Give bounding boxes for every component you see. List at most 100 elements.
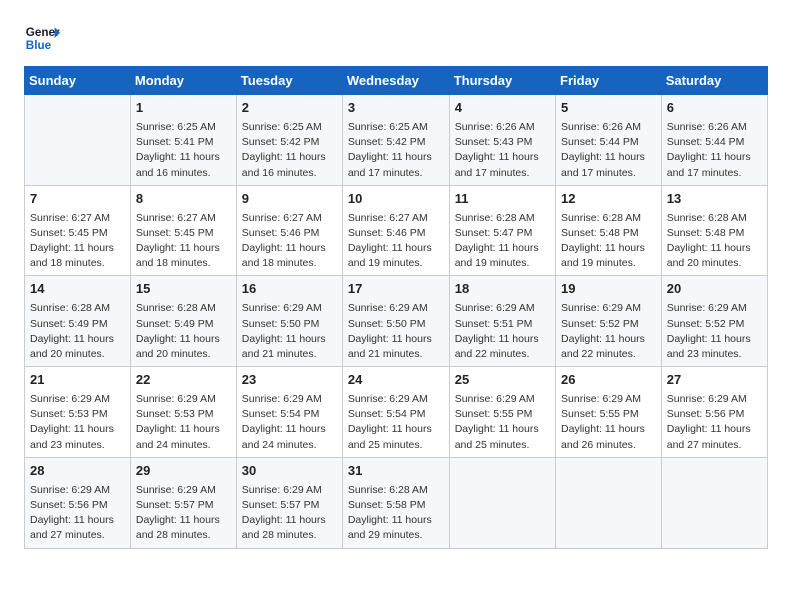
- day-number: 10: [348, 190, 444, 209]
- day-number: 9: [242, 190, 337, 209]
- calendar-cell: 20 Sunrise: 6:29 AMSunset: 5:52 PMDayligh…: [661, 276, 767, 367]
- cell-content: Sunrise: 6:27 AMSunset: 5:46 PMDaylight:…: [348, 211, 444, 272]
- svg-text:Blue: Blue: [26, 39, 52, 52]
- cell-content: Sunrise: 6:29 AMSunset: 5:56 PMDaylight:…: [667, 392, 762, 453]
- day-number: 25: [455, 371, 550, 390]
- day-number: 16: [242, 280, 337, 299]
- col-header-tuesday: Tuesday: [236, 67, 342, 95]
- cell-content: Sunrise: 6:29 AMSunset: 5:53 PMDaylight:…: [136, 392, 231, 453]
- calendar-cell: 8Sunrise: 6:27 AMSunset: 5:45 PMDaylight…: [130, 185, 236, 276]
- day-number: 5: [561, 99, 656, 118]
- day-number: 14: [30, 280, 125, 299]
- day-number: 8: [136, 190, 231, 209]
- cell-content: Sunrise: 6:28 AMSunset: 5:48 PMDaylight:…: [667, 211, 762, 272]
- cell-content: Sunrise: 6:29 AMSunset: 5:57 PMDaylight:…: [136, 483, 231, 544]
- cell-content: Sunrise: 6:27 AMSunset: 5:46 PMDaylight:…: [242, 211, 337, 272]
- day-number: 7: [30, 190, 125, 209]
- day-number: 15: [136, 280, 231, 299]
- cell-content: Sunrise: 6:29 AMSunset: 5:50 PMDaylight:…: [242, 301, 337, 362]
- cell-content: Sunrise: 6:26 AMSunset: 5:44 PMDaylight:…: [667, 120, 762, 181]
- col-header-monday: Monday: [130, 67, 236, 95]
- cell-content: Sunrise: 6:26 AMSunset: 5:43 PMDaylight:…: [455, 120, 550, 181]
- calendar-cell: 18 Sunrise: 6:29 AMSunset: 5:51 PMDayligh…: [449, 276, 555, 367]
- cell-content: Sunrise: 6:29 AMSunset: 5:55 PMDaylight:…: [561, 392, 656, 453]
- calendar-cell: 27 Sunrise: 6:29 AMSunset: 5:56 PMDayligh…: [661, 367, 767, 458]
- calendar-cell: 30 Sunrise: 6:29 AMSunset: 5:57 PMDayligh…: [236, 457, 342, 548]
- calendar-cell: 19 Sunrise: 6:29 AMSunset: 5:52 PMDayligh…: [556, 276, 662, 367]
- cell-content: Sunrise: 6:28 AMSunset: 5:48 PMDaylight:…: [561, 211, 656, 272]
- day-number: 22: [136, 371, 231, 390]
- day-number: 19: [561, 280, 656, 299]
- cell-content: Sunrise: 6:29 AMSunset: 5:53 PMDaylight:…: [30, 392, 125, 453]
- calendar-cell: 21 Sunrise: 6:29 AMSunset: 5:53 PMDayligh…: [25, 367, 131, 458]
- cell-content: Sunrise: 6:29 AMSunset: 5:55 PMDaylight:…: [455, 392, 550, 453]
- day-number: 31: [348, 462, 444, 481]
- col-header-saturday: Saturday: [661, 67, 767, 95]
- calendar-cell: 29Sunrise: 6:29 AMSunset: 5:57 PMDayligh…: [130, 457, 236, 548]
- cell-content: Sunrise: 6:25 AMSunset: 5:41 PMDaylight:…: [136, 120, 231, 181]
- day-number: 30: [242, 462, 337, 481]
- calendar-cell: 6Sunrise: 6:26 AMSunset: 5:44 PMDaylight…: [661, 95, 767, 186]
- calendar-cell: [449, 457, 555, 548]
- day-number: 12: [561, 190, 656, 209]
- calendar-cell: [25, 95, 131, 186]
- day-number: 26: [561, 371, 656, 390]
- day-number: 20: [667, 280, 762, 299]
- day-number: 23: [242, 371, 337, 390]
- calendar-cell: 15Sunrise: 6:28 AMSunset: 5:49 PMDayligh…: [130, 276, 236, 367]
- calendar-cell: 25 Sunrise: 6:29 AMSunset: 5:55 PMDayligh…: [449, 367, 555, 458]
- day-number: 3: [348, 99, 444, 118]
- day-number: 28: [30, 462, 125, 481]
- cell-content: Sunrise: 6:29 AMSunset: 5:51 PMDaylight:…: [455, 301, 550, 362]
- calendar-cell: 4 Sunrise: 6:26 AMSunset: 5:43 PMDaylight…: [449, 95, 555, 186]
- calendar-cell: 10 Sunrise: 6:27 AMSunset: 5:46 PMDayligh…: [342, 185, 449, 276]
- day-number: 11: [455, 190, 550, 209]
- cell-content: Sunrise: 6:29 AMSunset: 5:54 PMDaylight:…: [242, 392, 337, 453]
- calendar-cell: [556, 457, 662, 548]
- col-header-wednesday: Wednesday: [342, 67, 449, 95]
- col-header-thursday: Thursday: [449, 67, 555, 95]
- calendar-cell: 5 Sunrise: 6:26 AMSunset: 5:44 PMDaylight…: [556, 95, 662, 186]
- calendar-cell: [661, 457, 767, 548]
- cell-content: Sunrise: 6:29 AMSunset: 5:52 PMDaylight:…: [561, 301, 656, 362]
- calendar-cell: 1 Sunrise: 6:25 AMSunset: 5:41 PMDaylight…: [130, 95, 236, 186]
- calendar-cell: 7 Sunrise: 6:27 AMSunset: 5:45 PMDaylight…: [25, 185, 131, 276]
- week-row-3: 14Sunrise: 6:28 AMSunset: 5:49 PMDayligh…: [25, 276, 768, 367]
- week-row-1: 1 Sunrise: 6:25 AMSunset: 5:41 PMDaylight…: [25, 95, 768, 186]
- day-number: 18: [455, 280, 550, 299]
- calendar-cell: 14Sunrise: 6:28 AMSunset: 5:49 PMDayligh…: [25, 276, 131, 367]
- calendar-cell: 31 Sunrise: 6:28 AMSunset: 5:58 PMDayligh…: [342, 457, 449, 548]
- cell-content: Sunrise: 6:28 AMSunset: 5:47 PMDaylight:…: [455, 211, 550, 272]
- day-number: 1: [136, 99, 231, 118]
- week-row-5: 28Sunrise: 6:29 AMSunset: 5:56 PMDayligh…: [25, 457, 768, 548]
- calendar-cell: 17 Sunrise: 6:29 AMSunset: 5:50 PMDayligh…: [342, 276, 449, 367]
- week-row-2: 7 Sunrise: 6:27 AMSunset: 5:45 PMDaylight…: [25, 185, 768, 276]
- cell-content: Sunrise: 6:26 AMSunset: 5:44 PMDaylight:…: [561, 120, 656, 181]
- cell-content: Sunrise: 6:29 AMSunset: 5:50 PMDaylight:…: [348, 301, 444, 362]
- col-header-sunday: Sunday: [25, 67, 131, 95]
- calendar-cell: 12 Sunrise: 6:28 AMSunset: 5:48 PMDayligh…: [556, 185, 662, 276]
- cell-content: Sunrise: 6:29 AMSunset: 5:54 PMDaylight:…: [348, 392, 444, 453]
- day-number: 13: [667, 190, 762, 209]
- page-header: General Blue: [24, 20, 768, 56]
- day-number: 21: [30, 371, 125, 390]
- calendar-cell: 24 Sunrise: 6:29 AMSunset: 5:54 PMDayligh…: [342, 367, 449, 458]
- calendar-cell: 2 Sunrise: 6:25 AMSunset: 5:42 PMDaylight…: [236, 95, 342, 186]
- calendar-cell: 22 Sunrise: 6:29 AMSunset: 5:53 PMDayligh…: [130, 367, 236, 458]
- week-row-4: 21 Sunrise: 6:29 AMSunset: 5:53 PMDayligh…: [25, 367, 768, 458]
- calendar-cell: 28Sunrise: 6:29 AMSunset: 5:56 PMDayligh…: [25, 457, 131, 548]
- day-number: 27: [667, 371, 762, 390]
- calendar-cell: 3Sunrise: 6:25 AMSunset: 5:42 PMDaylight…: [342, 95, 449, 186]
- day-number: 17: [348, 280, 444, 299]
- cell-content: Sunrise: 6:27 AMSunset: 5:45 PMDaylight:…: [30, 211, 125, 272]
- day-number: 24: [348, 371, 444, 390]
- cell-content: Sunrise: 6:29 AMSunset: 5:52 PMDaylight:…: [667, 301, 762, 362]
- cell-content: Sunrise: 6:29 AMSunset: 5:57 PMDaylight:…: [242, 483, 337, 544]
- cell-content: Sunrise: 6:25 AMSunset: 5:42 PMDaylight:…: [242, 120, 337, 181]
- day-number: 4: [455, 99, 550, 118]
- day-number: 2: [242, 99, 337, 118]
- logo-icon: General Blue: [24, 20, 60, 56]
- calendar-cell: 13 Sunrise: 6:28 AMSunset: 5:48 PMDayligh…: [661, 185, 767, 276]
- calendar-cell: 9 Sunrise: 6:27 AMSunset: 5:46 PMDaylight…: [236, 185, 342, 276]
- cell-content: Sunrise: 6:28 AMSunset: 5:58 PMDaylight:…: [348, 483, 444, 544]
